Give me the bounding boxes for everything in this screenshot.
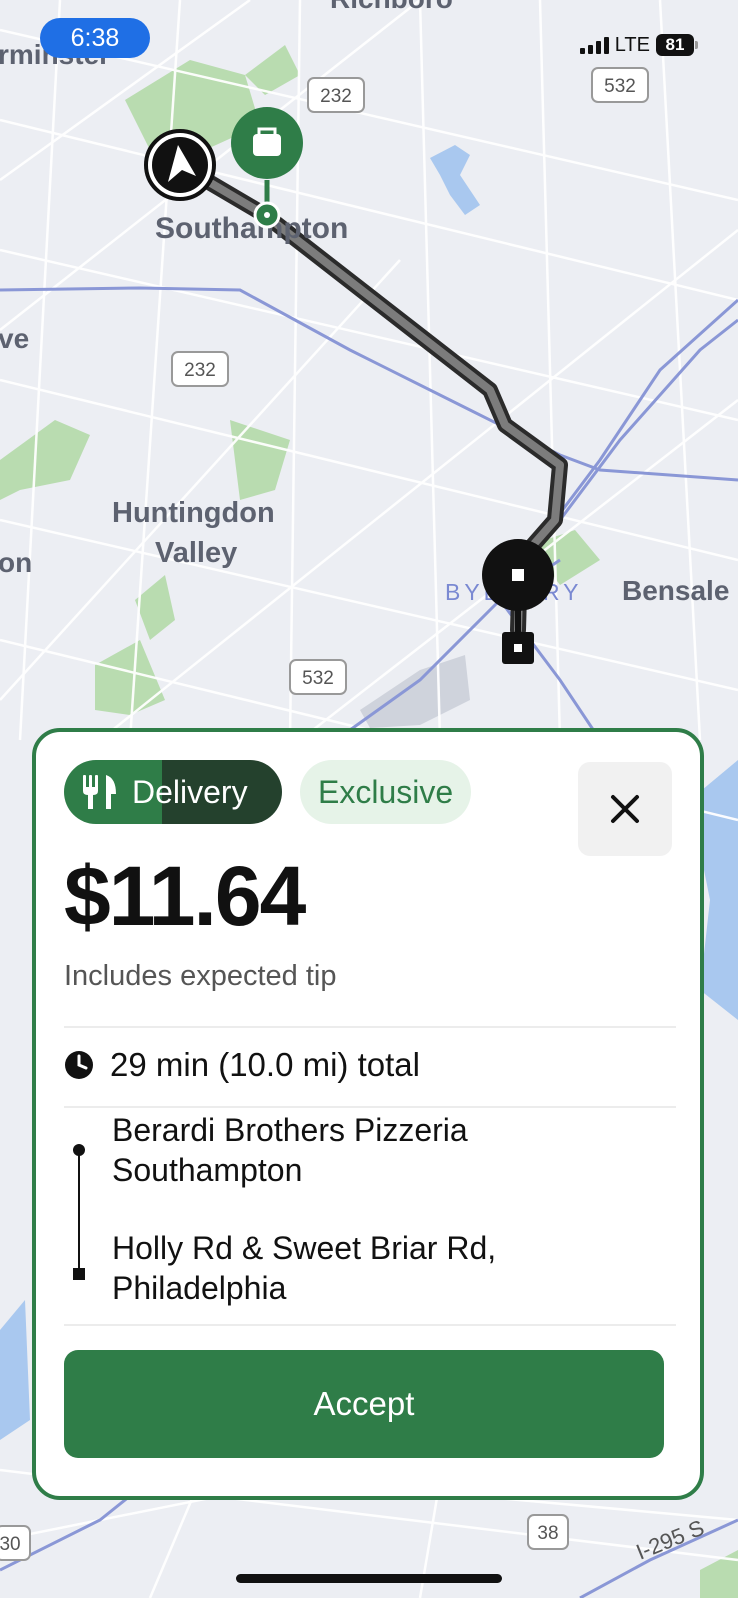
fork-knife-icon xyxy=(83,775,116,809)
signal-icon xyxy=(579,36,609,54)
network-type: LTE xyxy=(614,33,650,56)
pickup-dot-icon xyxy=(73,1144,85,1156)
map-label-bensalem: Bensale xyxy=(622,575,729,606)
battery-level: 81 xyxy=(656,34,694,56)
route-connector xyxy=(78,1154,80,1274)
pickup-stop: Berardi Brothers Pizzeria Southampton xyxy=(112,1110,468,1190)
offer-tags: Delivery Exclusive xyxy=(64,760,472,824)
accept-button[interactable]: Accept xyxy=(64,1350,664,1458)
navigation-arrow-icon xyxy=(144,129,216,201)
battery-icon: 81 xyxy=(656,34,698,56)
delivery-chip-label: Delivery xyxy=(132,773,248,810)
screen: 232 532 232 532 38 30 Richboro rminster … xyxy=(0,0,738,1598)
divider xyxy=(64,1106,676,1108)
map-label-southampton: Southampton xyxy=(155,212,348,245)
route-shield-232-label: 232 xyxy=(320,86,352,107)
exclusive-chip: Exclusive xyxy=(300,760,472,824)
trip-duration: 29 min (10.0 mi) total xyxy=(64,1042,420,1088)
dropoff-street: Holly Rd & Sweet Briar Rd, xyxy=(112,1230,497,1266)
map-label-huntingdon: Huntingdon xyxy=(112,497,275,529)
offer-price: $11.64 xyxy=(64,849,306,943)
route-shield-38-label: 38 xyxy=(537,1523,558,1544)
delivery-chip: Delivery xyxy=(64,760,282,824)
status-time: 6:38 xyxy=(40,18,150,58)
divider xyxy=(64,1026,676,1028)
duration-text: 29 min (10.0 mi) total xyxy=(110,1046,420,1083)
clock-icon xyxy=(65,1051,93,1079)
route-shield-532-label: 532 xyxy=(302,668,334,689)
dropoff-square-icon xyxy=(73,1268,85,1280)
pickup-area: Southampton xyxy=(112,1152,303,1188)
status-bar: 6:38 LTE 81 xyxy=(0,0,738,80)
map-label-left-edge: on xyxy=(0,547,32,578)
map-label-valley: Valley xyxy=(155,537,237,569)
route-shield-232-label: 232 xyxy=(184,360,216,381)
close-button[interactable] xyxy=(578,762,672,856)
status-indicators: LTE 81 xyxy=(579,30,698,60)
close-icon xyxy=(611,795,639,823)
dropoff-city: Philadelphia xyxy=(112,1270,287,1306)
pickup-name: Berardi Brothers Pizzeria xyxy=(112,1112,468,1148)
home-indicator[interactable] xyxy=(236,1574,502,1583)
route-shield-30-label: 30 xyxy=(0,1534,21,1555)
divider xyxy=(64,1324,676,1326)
route-stops: Berardi Brothers Pizzeria Southampton Ho… xyxy=(64,1112,676,1324)
delivery-offer-card: Delivery Exclusive $11.64 Includes expec… xyxy=(32,728,704,1500)
dropoff-stop: Holly Rd & Sweet Briar Rd, Philadelphia xyxy=(112,1228,496,1308)
tip-note: Includes expected tip xyxy=(64,960,337,992)
map-label-left-edge: ve xyxy=(0,323,29,354)
